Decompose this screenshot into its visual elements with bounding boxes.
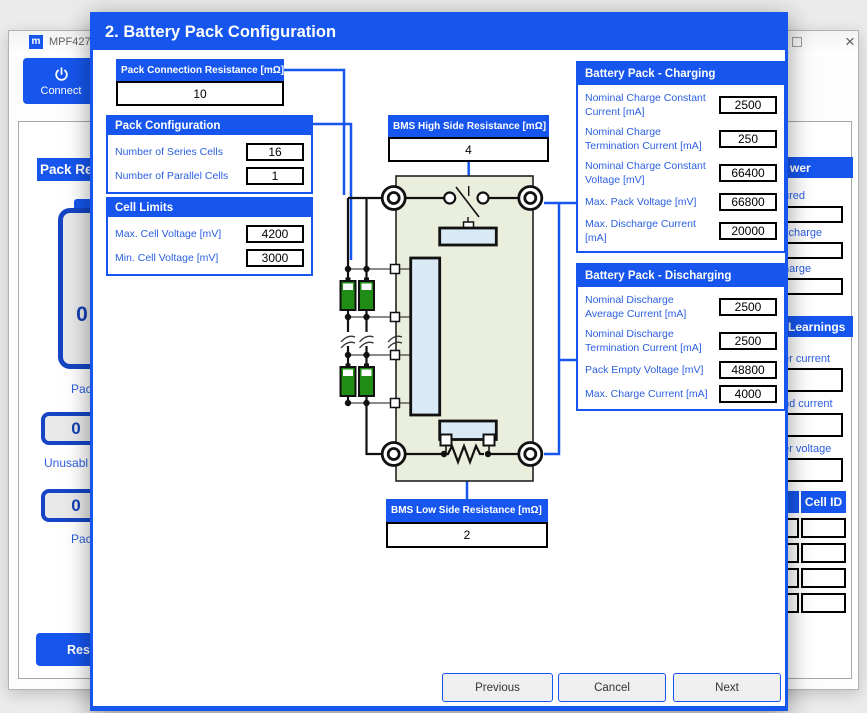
discharge-average-current-label: Nominal Discharge Average Current [mA]: [585, 293, 713, 321]
max-pack-voltage-label: Max. Pack Voltage [mV]: [585, 195, 713, 209]
dialog-title: 2. Battery Pack Configuration: [93, 15, 785, 50]
battery-pack-configuration-dialog: 2. Battery Pack Configuration: [90, 12, 788, 711]
parallel-cells-label: Number of Parallel Cells: [115, 169, 246, 183]
previous-button[interactable]: Previous: [442, 673, 553, 702]
pack-empty-voltage-label: Pack Empty Voltage [mV]: [585, 363, 713, 377]
pack-connection-resistance-header: Pack Connection Resistance [mΩ]: [116, 59, 284, 81]
cell-limits-header: Cell Limits: [108, 199, 311, 217]
charge-constant-current-input[interactable]: 2500: [719, 96, 777, 114]
mps-logo: m: [29, 35, 43, 49]
max-charge-current-input[interactable]: 4000: [719, 385, 777, 403]
discharging-header: Battery Pack - Discharging: [578, 265, 784, 287]
charge-constant-current-label: Nominal Charge Constant Current [mA]: [585, 91, 713, 119]
max-pack-voltage-input[interactable]: 66800: [719, 193, 777, 211]
pack-configuration-header: Pack Configuration: [108, 117, 311, 135]
parallel-cells-input[interactable]: 1: [246, 167, 304, 185]
series-cells-label: Number of Series Cells: [115, 145, 246, 159]
cell-table-cell[interactable]: [801, 568, 846, 588]
power-icon: [53, 66, 70, 83]
max-discharge-current-label: Max. Discharge Current [mA]: [585, 217, 713, 245]
bms-low-side-input[interactable]: 2: [386, 522, 548, 548]
discharge-termination-current-label: Nominal Discharge Termination Current [m…: [585, 327, 713, 355]
battery-gauge-label: Pac: [71, 382, 92, 396]
min-cell-voltage-label: Min. Cell Voltage [mV]: [115, 251, 246, 265]
next-button[interactable]: Next: [673, 673, 781, 702]
bms-high-side-header: BMS High Side Resistance [mΩ]: [388, 115, 549, 137]
cell-id-header: Cell ID: [801, 491, 846, 513]
bms-high-side-input[interactable]: 4: [388, 137, 549, 162]
maximize-button[interactable]: [792, 37, 802, 47]
close-button[interactable]: ×: [837, 30, 863, 54]
discharge-average-current-input[interactable]: 2500: [719, 298, 777, 316]
pack-connection-resistance-input[interactable]: 10: [116, 81, 284, 106]
charge-constant-voltage-label: Nominal Charge Constant Voltage [mV]: [585, 159, 713, 187]
cell-limits-panel: Cell Limits Max. Cell Voltage [mV] 4200 …: [106, 197, 313, 276]
pack-empty-voltage-input[interactable]: 48800: [719, 361, 777, 379]
charge-termination-current-label: Nominal Charge Termination Current [mA]: [585, 125, 713, 153]
battery-pack-discharging-panel: Battery Pack - Discharging Nominal Disch…: [576, 263, 786, 411]
cancel-button[interactable]: Cancel: [558, 673, 666, 702]
min-cell-voltage-input[interactable]: 3000: [246, 249, 304, 267]
series-cells-input[interactable]: 16: [246, 143, 304, 161]
pack-configuration-panel: Pack Configuration Number of Series Cell…: [106, 115, 313, 194]
max-discharge-current-input[interactable]: 20000: [719, 222, 777, 240]
connect-button[interactable]: Connect: [23, 58, 99, 104]
stat-label-1: Unusabl: [44, 456, 88, 470]
cell-table-cell[interactable]: [801, 593, 846, 613]
bms-low-side-header: BMS Low Side Resistance [mΩ]: [386, 499, 548, 522]
learnings-section-header: Learnings: [781, 316, 853, 337]
cell-table-cell[interactable]: [801, 518, 846, 538]
max-charge-current-label: Max. Charge Current [mA]: [585, 387, 713, 401]
stat-label-2: Pac: [71, 532, 92, 546]
screen: m MPF4279 × Connect Monitoring Pack Re 0…: [0, 0, 867, 713]
discharge-termination-current-input[interactable]: 2500: [719, 332, 777, 350]
max-cell-voltage-label: Max. Cell Voltage [mV]: [115, 227, 246, 241]
charging-header: Battery Pack - Charging: [578, 63, 784, 85]
connect-label: Connect: [41, 85, 82, 97]
power-section-header: wer: [781, 157, 853, 178]
charge-termination-current-input[interactable]: 250: [719, 130, 777, 148]
cell-table-cell[interactable]: [801, 543, 846, 563]
charge-constant-voltage-input[interactable]: 66400: [719, 164, 777, 182]
max-cell-voltage-input[interactable]: 4200: [246, 225, 304, 243]
battery-pack-charging-panel: Battery Pack - Charging Nominal Charge C…: [576, 61, 786, 253]
